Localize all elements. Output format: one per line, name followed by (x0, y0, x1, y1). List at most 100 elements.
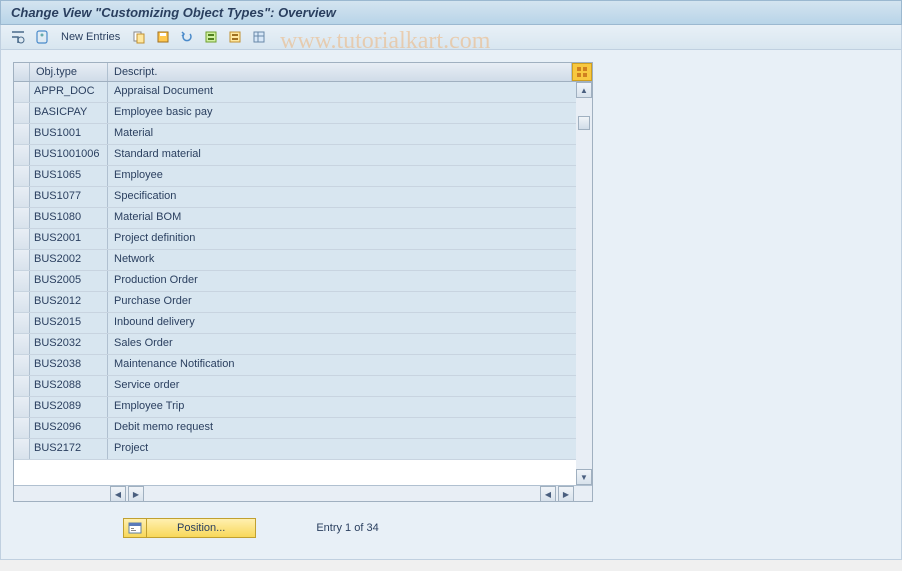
hscroll-left-button[interactable]: ◀ (110, 486, 126, 502)
select-all-icon[interactable] (202, 28, 220, 46)
cell-objtype[interactable]: BUS2089 (30, 397, 108, 417)
cell-description[interactable]: Debit memo request (108, 418, 576, 438)
table-row: BUS2032Sales Order (14, 334, 592, 355)
cell-description[interactable]: Specification (108, 187, 576, 207)
table-config-icon[interactable] (572, 63, 592, 81)
cell-description[interactable]: Maintenance Notification (108, 355, 576, 375)
row-selector[interactable] (14, 166, 30, 186)
toolbar: New Entries (0, 25, 902, 50)
cell-description[interactable]: Employee Trip (108, 397, 576, 417)
cell-description[interactable]: Standard material (108, 145, 576, 165)
row-selector[interactable] (14, 418, 30, 438)
table-row: BUS1001006Standard material (14, 145, 592, 166)
row-selector[interactable] (14, 229, 30, 249)
entry-status: Entry 1 of 34 (316, 522, 378, 534)
position-button[interactable]: Position... (147, 518, 256, 538)
search-icon[interactable] (33, 28, 51, 46)
table-row: BUS1080Material BOM (14, 208, 592, 229)
row-selector[interactable] (14, 187, 30, 207)
row-selector[interactable] (14, 103, 30, 123)
hscroll-left-end-button[interactable]: ◀ (540, 486, 556, 502)
table-row: BASICPAYEmployee basic pay (14, 103, 592, 124)
horizontal-scrollbar[interactable]: ◀ ▶ ◀ ▶ (14, 485, 592, 501)
vertical-scrollbar[interactable]: ▲ ▼ (576, 82, 592, 485)
table-row: BUS2002Network (14, 250, 592, 271)
cell-objtype[interactable]: BUS2096 (30, 418, 108, 438)
cell-objtype[interactable]: BUS2002 (30, 250, 108, 270)
cell-objtype[interactable]: APPR_DOC (30, 82, 108, 102)
cell-objtype[interactable]: BUS2088 (30, 376, 108, 396)
cell-objtype[interactable]: BUS2015 (30, 313, 108, 333)
cell-description[interactable]: Production Order (108, 271, 576, 291)
table-row: BUS2089Employee Trip (14, 397, 592, 418)
footer: Position... Entry 1 of 34 (123, 518, 889, 538)
cell-description[interactable]: Service order (108, 376, 576, 396)
row-selector[interactable] (14, 292, 30, 312)
column-header-description[interactable]: Descript. (108, 63, 572, 81)
cell-objtype[interactable]: BUS1065 (30, 166, 108, 186)
scroll-up-button[interactable]: ▲ (576, 82, 592, 98)
table-row: BUS2172Project (14, 439, 592, 460)
cell-objtype[interactable]: BUS2005 (30, 271, 108, 291)
cell-description[interactable]: Material BOM (108, 208, 576, 228)
content-area: Obj.type Descript. APPR_DOCAppraisal Doc… (0, 50, 902, 560)
row-selector[interactable] (14, 439, 30, 459)
hscroll-right-step-button[interactable]: ▶ (128, 486, 144, 502)
cell-objtype[interactable]: BUS1001 (30, 124, 108, 144)
deselect-all-icon[interactable] (226, 28, 244, 46)
table-row: BUS2005Production Order (14, 271, 592, 292)
select-all-header[interactable] (14, 63, 30, 81)
cell-objtype[interactable]: BUS2038 (30, 355, 108, 375)
copy-icon[interactable] (130, 28, 148, 46)
save-icon[interactable] (154, 28, 172, 46)
cell-description[interactable]: Sales Order (108, 334, 576, 354)
cell-objtype[interactable]: BASICPAY (30, 103, 108, 123)
cell-objtype[interactable]: BUS2172 (30, 439, 108, 459)
table-row: BUS1001Material (14, 124, 592, 145)
new-entries-button[interactable]: New Entries (57, 29, 124, 45)
column-header-objtype[interactable]: Obj.type (30, 63, 108, 81)
cell-description[interactable]: Inbound delivery (108, 313, 576, 333)
page-title: Change View "Customizing Object Types": … (0, 0, 902, 25)
cell-objtype[interactable]: BUS1077 (30, 187, 108, 207)
table-row: BUS1077Specification (14, 187, 592, 208)
row-selector[interactable] (14, 397, 30, 417)
cell-description[interactable]: Network (108, 250, 576, 270)
cell-description[interactable]: Project definition (108, 229, 576, 249)
cell-description[interactable]: Purchase Order (108, 292, 576, 312)
cell-description[interactable]: Appraisal Document (108, 82, 576, 102)
data-table: Obj.type Descript. APPR_DOCAppraisal Doc… (13, 62, 593, 502)
cell-objtype[interactable]: BUS1080 (30, 208, 108, 228)
cell-description[interactable]: Employee (108, 166, 576, 186)
table-settings-icon[interactable] (250, 28, 268, 46)
row-selector[interactable] (14, 313, 30, 333)
scroll-track[interactable] (576, 98, 592, 469)
table-row: BUS2001Project definition (14, 229, 592, 250)
row-selector[interactable] (14, 271, 30, 291)
table-row: APPR_DOCAppraisal Document (14, 82, 592, 103)
hscroll-right-end-button[interactable]: ▶ (558, 486, 574, 502)
cell-objtype[interactable]: BUS2001 (30, 229, 108, 249)
undo-icon[interactable] (178, 28, 196, 46)
cell-objtype[interactable]: BUS2032 (30, 334, 108, 354)
row-selector[interactable] (14, 334, 30, 354)
scroll-thumb[interactable] (578, 116, 590, 130)
cell-objtype[interactable]: BUS1001006 (30, 145, 108, 165)
scroll-down-button[interactable]: ▼ (576, 469, 592, 485)
table-row: BUS2038Maintenance Notification (14, 355, 592, 376)
position-icon-button[interactable] (123, 518, 147, 538)
row-selector[interactable] (14, 82, 30, 102)
row-selector[interactable] (14, 208, 30, 228)
cell-description[interactable]: Project (108, 439, 576, 459)
row-selector[interactable] (14, 355, 30, 375)
table-row: BUS2012Purchase Order (14, 292, 592, 313)
row-selector[interactable] (14, 145, 30, 165)
table-row: BUS2096Debit memo request (14, 418, 592, 439)
row-selector[interactable] (14, 376, 30, 396)
row-selector[interactable] (14, 250, 30, 270)
cell-description[interactable]: Employee basic pay (108, 103, 576, 123)
cell-objtype[interactable]: BUS2012 (30, 292, 108, 312)
cell-description[interactable]: Material (108, 124, 576, 144)
row-selector[interactable] (14, 124, 30, 144)
toggle-view-icon[interactable] (9, 28, 27, 46)
